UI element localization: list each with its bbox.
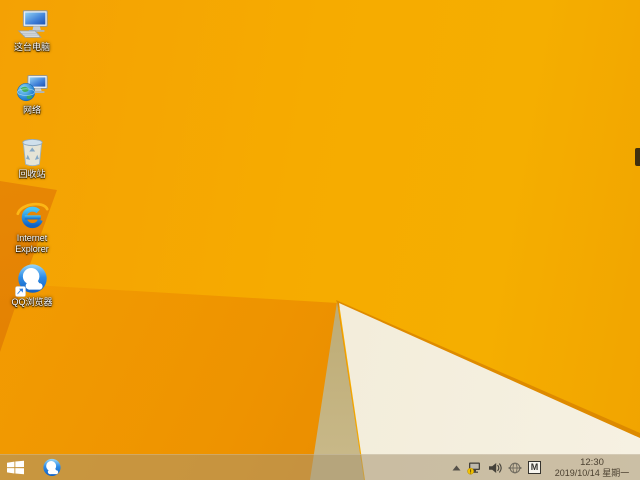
internet-explorer-icon (15, 199, 49, 232)
desktop-icon-this-pc[interactable]: 这台电脑 (1, 8, 63, 53)
desktop-icon-label: 这台电脑 (13, 42, 50, 52)
taskbar-clock[interactable]: 12:30 2019/10/14 星期一 (547, 457, 637, 478)
desktop-icon-network[interactable]: 网络 (1, 71, 63, 116)
show-hidden-icons-button[interactable] (452, 464, 461, 472)
windows-logo-icon (6, 460, 24, 475)
desktop-icon-label: Internet Explorer (15, 233, 49, 254)
globe-sphere-icon (508, 462, 522, 473)
qq-browser-icon (14, 263, 49, 297)
desktop-icon-label: 回收站 (18, 169, 46, 179)
qq-browser-icon (43, 458, 61, 476)
desktop-icon-qq-browser[interactable]: QQ浏览器 (1, 263, 63, 308)
recycle-bin-icon (16, 135, 49, 168)
speaker-icon (489, 462, 502, 473)
this-pc-icon (16, 8, 49, 41)
taskbar-qq-browser-button[interactable] (38, 455, 66, 480)
taskbar: M 12:30 2019/10/14 星期一 (0, 454, 640, 480)
screen-edge-notch (635, 148, 640, 166)
security-sphere-button[interactable] (508, 461, 522, 475)
desktop-icon-recycle-bin[interactable]: 回收站 (1, 135, 63, 180)
network-warning-icon (467, 462, 480, 475)
desktop-icon-internet-explorer[interactable]: Internet Explorer (1, 199, 63, 254)
desktop-icon-label: QQ浏览器 (11, 297, 53, 307)
desktop: 这台电脑 网络 回收站 Internet Explorer QQ浏览器 M 12… (0, 0, 640, 480)
volume-button[interactable] (488, 462, 502, 474)
clock-time: 12:30 (580, 457, 604, 468)
network-icon (16, 71, 49, 104)
network-status-button[interactable] (467, 461, 482, 475)
shortcut-arrow-icon (14, 286, 26, 297)
system-tray: M 12:30 2019/10/14 星期一 (452, 457, 640, 478)
start-button[interactable] (0, 455, 30, 480)
desktop-icon-label: 网络 (22, 105, 41, 115)
chevron-up-icon (452, 465, 461, 470)
input-method-indicator[interactable]: M (528, 461, 541, 474)
clock-date: 2019/10/14 星期一 (554, 468, 630, 478)
